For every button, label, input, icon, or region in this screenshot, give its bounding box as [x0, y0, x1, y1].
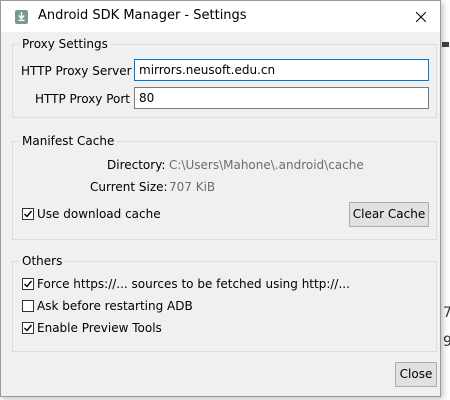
window-title: Android SDK Manager - Settings: [38, 8, 247, 23]
others-legend: Others: [22, 254, 63, 268]
background-text-fragment: 9: [443, 334, 450, 350]
http-proxy-server-label: HTTP Proxy Server: [21, 64, 132, 78]
checkbox-box[interactable]: [22, 208, 34, 220]
use-download-cache-checkbox[interactable]: Use download cache: [22, 207, 161, 221]
title-bar: Android SDK Manager - Settings: [1, 1, 440, 32]
background-text-fragment: 7: [443, 305, 450, 321]
force-http-checkbox[interactable]: Force https://... sources to be fetched …: [22, 277, 350, 291]
current-size-label: Current Size:: [90, 180, 168, 194]
manifest-cache-legend: Manifest Cache: [22, 134, 115, 148]
settings-dialog: Android SDK Manager - Settings Proxy Set…: [0, 0, 441, 397]
close-button[interactable]: Close: [395, 362, 437, 387]
use-download-cache-label: Use download cache: [37, 207, 161, 221]
close-window-button[interactable]: [402, 1, 440, 32]
ask-before-restarting-adb-label: Ask before restarting ADB: [37, 299, 193, 313]
background-window-fragment: [442, 42, 449, 47]
http-proxy-server-input[interactable]: [134, 59, 429, 81]
force-http-label: Force https://... sources to be fetched …: [37, 277, 350, 291]
checkmark-icon: [24, 210, 33, 218]
enable-preview-tools-checkbox[interactable]: Enable Preview Tools: [22, 321, 162, 335]
ask-before-restarting-adb-checkbox[interactable]: Ask before restarting ADB: [22, 299, 193, 313]
clear-cache-button[interactable]: Clear Cache: [349, 202, 429, 227]
checkbox-box[interactable]: [22, 300, 34, 312]
enable-preview-tools-label: Enable Preview Tools: [37, 321, 162, 335]
close-icon: [416, 11, 426, 22]
current-size-value: 707 KiB: [169, 180, 216, 194]
http-proxy-port-label: HTTP Proxy Port: [35, 92, 130, 106]
proxy-settings-legend: Proxy Settings: [22, 37, 108, 51]
checkbox-box[interactable]: [22, 322, 34, 334]
checkmark-icon: [24, 324, 33, 332]
checkmark-icon: [24, 280, 33, 288]
http-proxy-port-input[interactable]: [134, 87, 429, 109]
checkbox-box[interactable]: [22, 278, 34, 290]
directory-label: Directory:: [107, 158, 166, 172]
directory-value: C:\Users\Mahone\.android\cache: [169, 158, 364, 172]
android-sdk-icon: [15, 10, 28, 24]
